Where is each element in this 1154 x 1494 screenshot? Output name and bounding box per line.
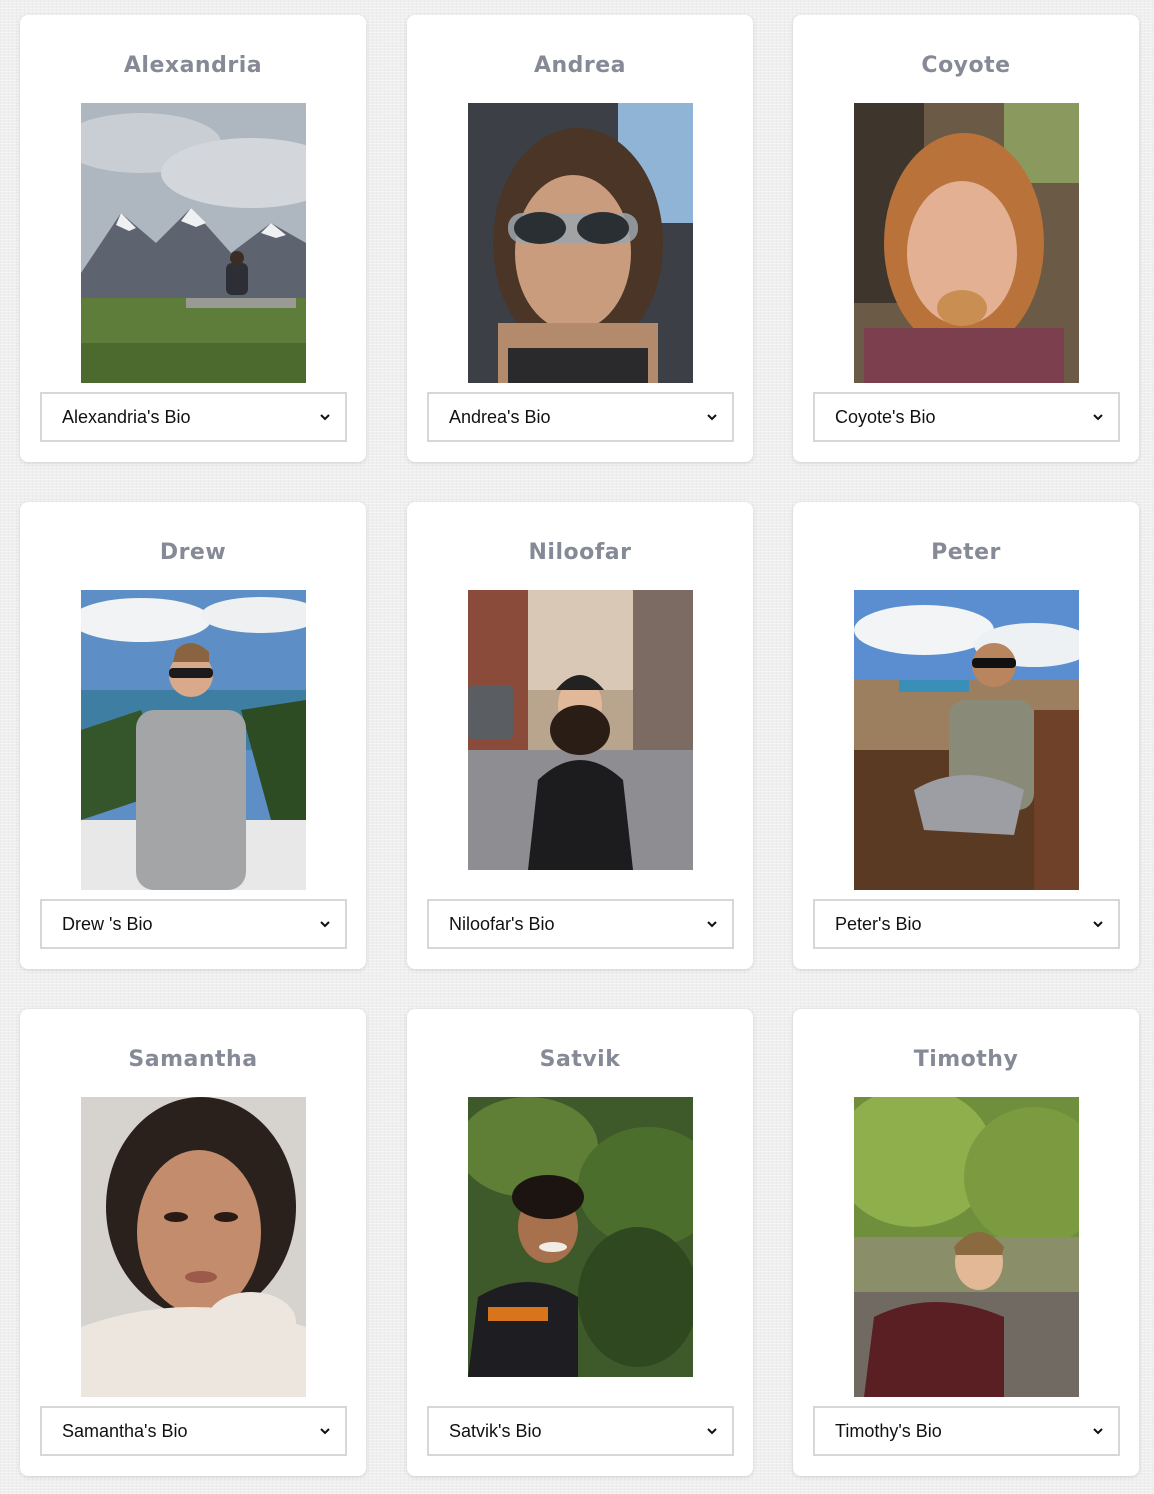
bio-dropdown-label: Niloofar's Bio — [449, 913, 555, 934]
bio-dropdown[interactable]: Satvik's Bio — [427, 1406, 734, 1456]
chevron-down-icon — [305, 1408, 345, 1454]
chevron-down-icon — [305, 394, 345, 440]
bio-dropdown-label: Coyote's Bio — [835, 406, 936, 427]
member-name: Andrea — [533, 53, 627, 78]
boat-river-photo — [854, 590, 1079, 890]
bio-dropdown-label: Samantha's Bio — [62, 1420, 188, 1441]
member-name: Drew — [159, 540, 227, 565]
riverbank-forest-photo — [854, 1097, 1079, 1397]
chevron-down-icon — [305, 901, 345, 947]
member-name: Niloofar — [528, 540, 632, 565]
member-name: Peter — [931, 540, 1001, 565]
team-card-andrea: Andrea Andrea's Bio — [407, 15, 753, 462]
bio-dropdown[interactable]: Samantha's Bio — [40, 1406, 347, 1456]
team-card-samantha: Samantha Samantha's Bio — [20, 1009, 366, 1476]
bio-dropdown-label: Satvik's Bio — [449, 1420, 542, 1441]
bio-dropdown[interactable]: Niloofar's Bio — [427, 899, 734, 949]
team-card-timothy: Timothy Timothy's Bio — [793, 1009, 1139, 1476]
team-card-coyote: Coyote Coyote's Bio — [793, 15, 1139, 462]
chevron-down-icon — [692, 1408, 732, 1454]
mountain-landscape-photo — [81, 103, 306, 383]
chevron-down-icon — [692, 394, 732, 440]
garden-photo — [468, 1097, 693, 1377]
bio-dropdown[interactable]: Alexandria's Bio — [40, 392, 347, 442]
team-card-niloofar: Niloofar Niloofar's Bio — [407, 502, 753, 969]
bio-dropdown[interactable]: Andrea's Bio — [427, 392, 734, 442]
city-street-photo — [468, 590, 693, 870]
bio-dropdown[interactable]: Drew 's Bio — [40, 899, 347, 949]
team-card-alexandria: Alexandria Alexandria's Bio — [20, 15, 366, 462]
member-name: Alexandria — [123, 53, 263, 78]
outdoor-selfie-photo — [854, 103, 1079, 383]
team-card-drew: Drew Drew 's Bio — [20, 502, 366, 969]
car-selfie-photo — [468, 103, 693, 383]
chevron-down-icon — [1078, 394, 1118, 440]
bio-dropdown[interactable]: Timothy's Bio — [813, 1406, 1120, 1456]
chevron-down-icon — [1078, 1408, 1118, 1454]
bio-dropdown-label: Alexandria's Bio — [62, 406, 191, 427]
member-name: Coyote — [921, 53, 1011, 78]
bio-dropdown-label: Peter's Bio — [835, 913, 922, 934]
portrait-selfie-photo — [81, 1097, 306, 1397]
member-name: Timothy — [913, 1047, 1019, 1072]
chevron-down-icon — [692, 901, 732, 947]
member-name: Samantha — [128, 1047, 258, 1072]
team-card-peter: Peter Peter's Bio — [793, 502, 1139, 969]
bio-dropdown-label: Drew 's Bio — [62, 913, 153, 934]
team-card-satvik: Satvik Satvik's Bio — [407, 1009, 753, 1476]
ocean-overlook-photo — [81, 590, 306, 890]
bio-dropdown-label: Andrea's Bio — [449, 406, 551, 427]
bio-dropdown[interactable]: Peter's Bio — [813, 899, 1120, 949]
bio-dropdown[interactable]: Coyote's Bio — [813, 392, 1120, 442]
bio-dropdown-label: Timothy's Bio — [835, 1420, 942, 1441]
member-name: Satvik — [539, 1047, 621, 1072]
chevron-down-icon — [1078, 901, 1118, 947]
